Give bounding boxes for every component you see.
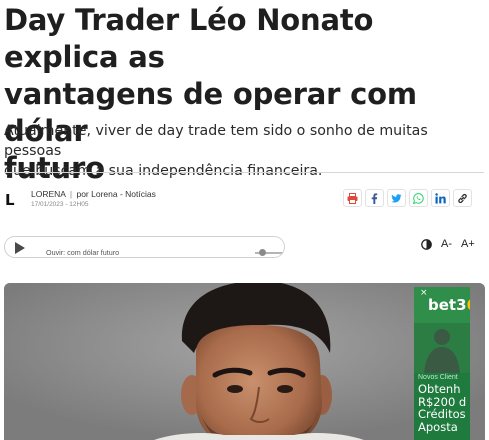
byline-author[interactable]: por Lorena - Notícias [76, 189, 155, 199]
ad-player-image [414, 323, 470, 373]
audio-label: Ouvir: com dólar futuro [46, 248, 120, 257]
share-facebook-button[interactable] [365, 189, 384, 207]
share-print-button[interactable] [343, 189, 362, 207]
share-link-button[interactable] [453, 189, 472, 207]
reading-tools: A- A+ [421, 238, 475, 250]
byline-source[interactable]: LORENA [31, 189, 66, 199]
share-whatsapp-button[interactable] [409, 189, 428, 207]
audio-progress-thumb[interactable] [259, 249, 266, 256]
share-linkedin-button[interactable] [431, 189, 450, 207]
share-twitter-button[interactable] [387, 189, 406, 207]
ad-offer-text: Obtenh R$200 d Créditos Aposta [418, 382, 467, 434]
header-divider [4, 172, 484, 173]
ad-close-icon[interactable]: × [420, 288, 428, 298]
ad-small-text: Novos Client [418, 374, 458, 381]
font-increase-button[interactable]: A+ [461, 238, 475, 250]
hero-image [4, 283, 485, 440]
audio-player[interactable]: Ouvir: com dólar futuro [4, 236, 285, 258]
byline-separator: | [69, 189, 73, 199]
portrait-photo [4, 283, 485, 440]
facebook-icon [371, 192, 378, 204]
contrast-icon[interactable] [421, 238, 432, 250]
headline-line-1: Day Trader Léo Nonato explica as [4, 3, 374, 74]
play-icon[interactable] [14, 241, 26, 255]
print-icon [347, 192, 358, 204]
twitter-icon [391, 193, 402, 203]
linkedin-icon [434, 192, 446, 204]
whatsapp-icon [413, 192, 424, 204]
font-decrease-button[interactable]: A- [441, 238, 452, 250]
share-bar [343, 189, 472, 207]
subtitle-line-1: Atualmente, viver de day trade tem sido … [4, 123, 428, 159]
link-icon [458, 193, 467, 203]
subtitle-line-2: que buscam a sua independência financeir… [4, 163, 323, 179]
ad-brand-logo: bet36 [428, 296, 470, 314]
author-logo: L [5, 191, 15, 209]
publish-datetime: 17/01/2023 - 12H05 [31, 201, 89, 208]
advertisement-banner[interactable]: × bet36 Novos Client Obtenh R$200 d Créd… [414, 287, 470, 440]
byline: LORENA | por Lorena - Notícias [31, 189, 156, 199]
